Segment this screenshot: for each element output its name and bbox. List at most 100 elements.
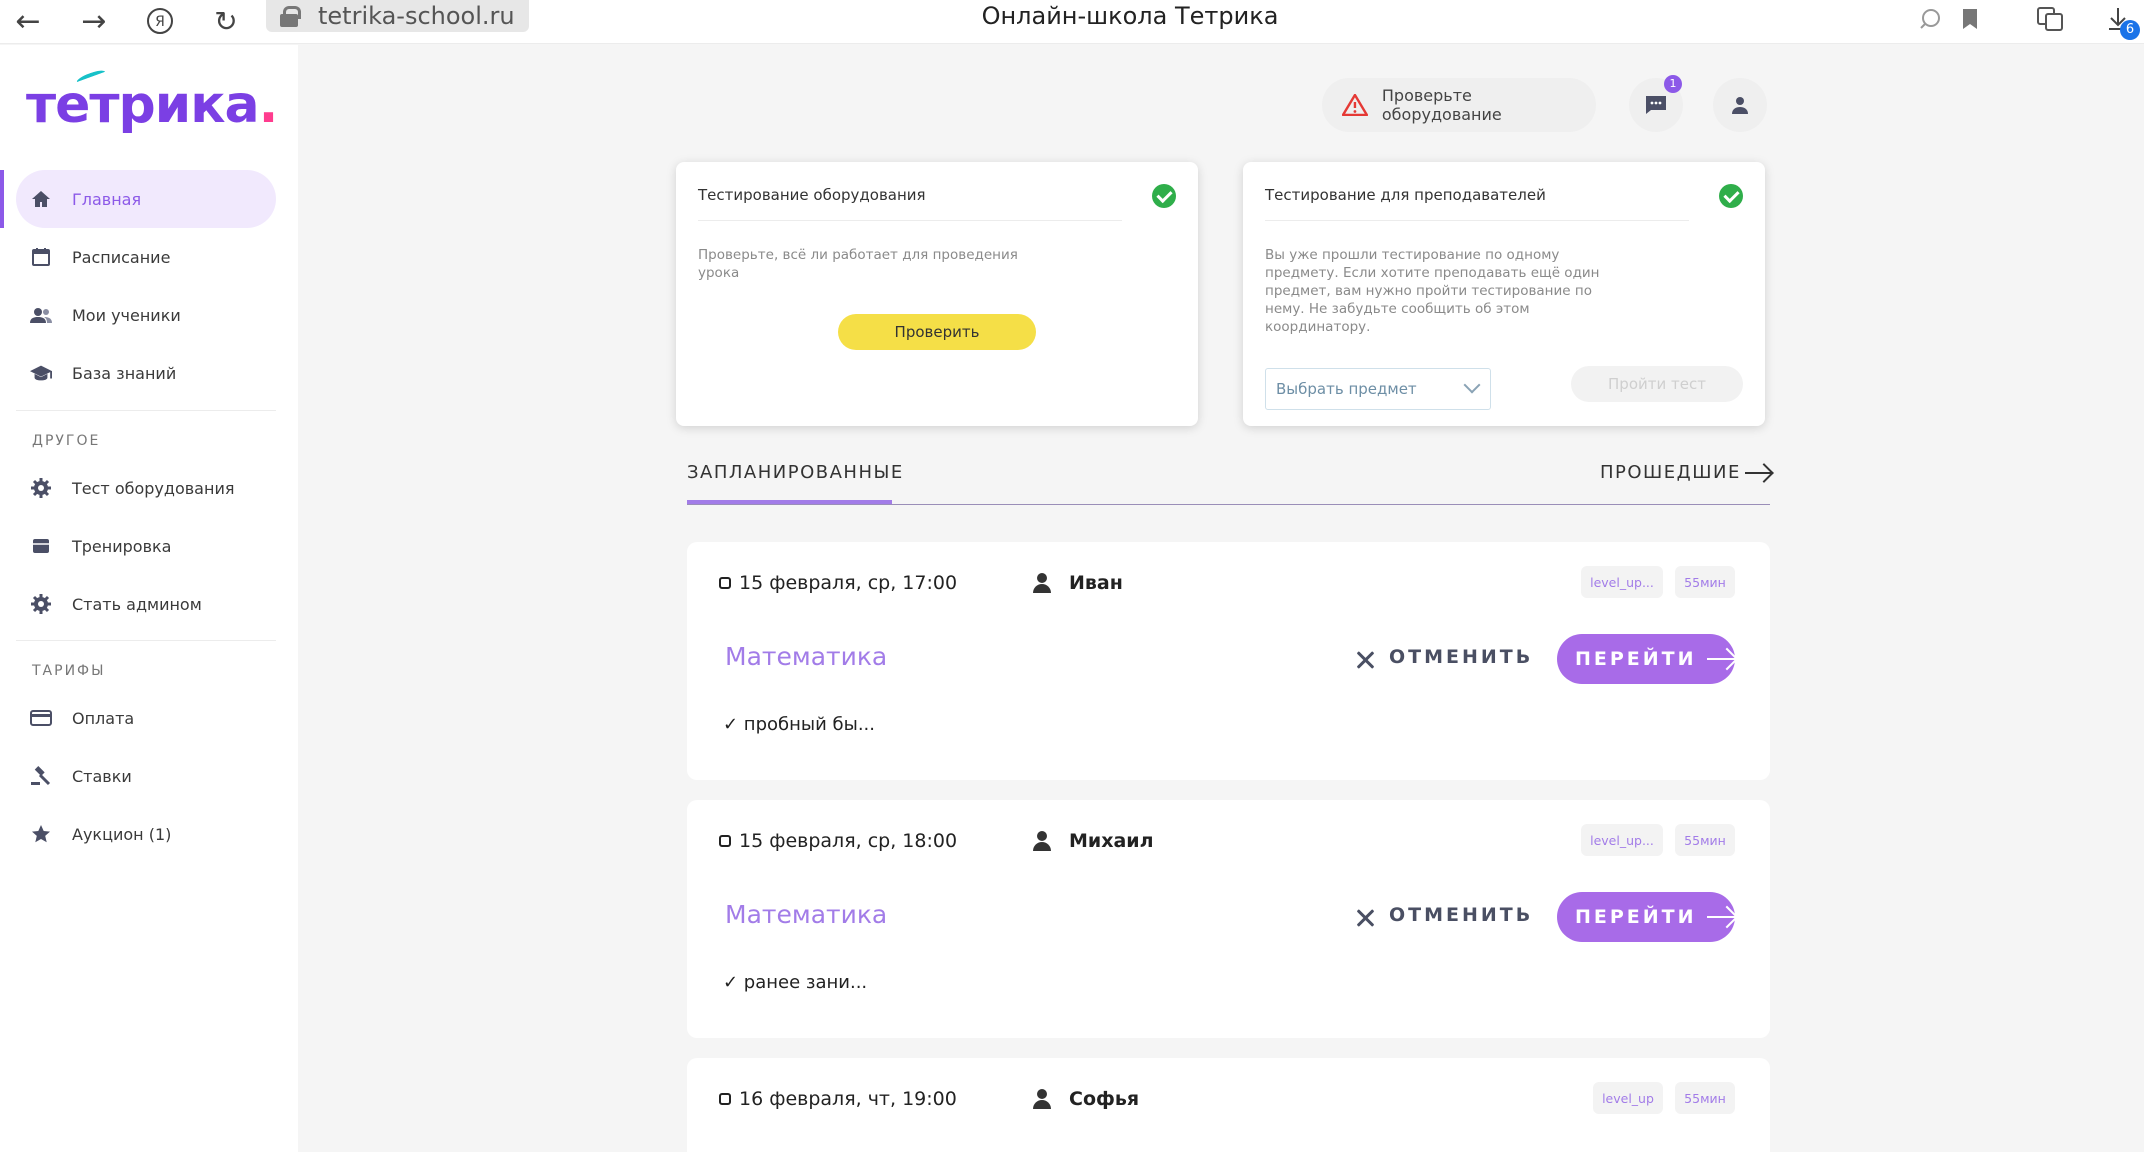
go-button[interactable]: ПЕРЕЙТИ: [1557, 634, 1735, 684]
cancel-label: ОТМЕНИТЬ: [1389, 646, 1534, 668]
subject-select[interactable]: Выбрать предмет: [1265, 368, 1491, 410]
lesson-date: 15 февраля, ср, 17:00: [719, 572, 957, 594]
lesson-date: 16 февраля, чт, 19:00: [719, 1088, 957, 1110]
lesson-note: ✓ ранее зани...: [723, 972, 868, 993]
back-icon[interactable]: ←: [8, 2, 48, 40]
lesson-date-text: 15 февраля, ср, 18:00: [739, 830, 958, 852]
arrow-right-icon: [1744, 471, 1771, 474]
sidebar-item-label: Аукцион (1): [72, 824, 172, 844]
yandex-icon[interactable]: Я: [140, 2, 180, 40]
lesson-date: 15 февраля, ср, 18:00: [719, 830, 957, 852]
url-text: tetrika-school.ru: [318, 2, 515, 30]
sidebar: тетрика. Главная Расписание Мои ученики …: [0, 45, 298, 1152]
check-equipment-button[interactable]: Проверьте оборудование: [1322, 78, 1596, 132]
card-description: Проверьте, всё ли работает для проведени…: [698, 247, 1018, 281]
sidebar-item-label: Тренировка: [72, 536, 172, 556]
sidebar-section-tariffs: ТАРИФЫ: [32, 663, 106, 679]
sidebar-item-label: Оплата: [72, 708, 135, 728]
sidebar-item-students[interactable]: Мои ученики: [16, 286, 276, 344]
check-equipment-label: Проверьте оборудование: [1381, 86, 1502, 124]
duration-tag: 55мин: [1675, 1082, 1735, 1114]
sidebar-item-home[interactable]: Главная: [16, 170, 276, 228]
clock-icon: [719, 835, 731, 847]
tab-past[interactable]: ПРОШЕДШИЕ: [1600, 462, 1771, 483]
level-tag: level_up...: [1581, 824, 1663, 856]
arrow-right-icon: [1706, 658, 1735, 660]
tabs-divider: [687, 504, 1770, 505]
cancel-label: ОТМЕНИТЬ: [1389, 904, 1534, 926]
level-tag: level_up: [1593, 1082, 1663, 1114]
close-icon: [1355, 908, 1375, 928]
level-tag: level_up...: [1581, 566, 1663, 598]
duration-tag: 55мин: [1675, 566, 1735, 598]
card-title: Тестирование оборудования: [698, 186, 926, 204]
sidebar-item-label: Ставки: [72, 766, 132, 786]
lesson-subject: Математика: [725, 900, 888, 929]
extensions-icon[interactable]: [2030, 2, 2070, 36]
lesson-card: 15 февраля, ср, 18:00 Михаил level_up...…: [687, 800, 1770, 1038]
tab-past-label: ПРОШЕДШИЕ: [1600, 462, 1741, 483]
check-button[interactable]: Проверить: [838, 314, 1036, 350]
lesson-student: Софья: [1033, 1088, 1139, 1110]
profile-button[interactable]: [1713, 78, 1767, 132]
sidebar-item-training[interactable]: Тренировка: [16, 517, 276, 575]
sidebar-item-label: Стать админом: [72, 594, 202, 614]
lesson-student-name: Софья: [1069, 1088, 1140, 1110]
calendar-icon: [30, 246, 52, 268]
downloads-badge: 6: [2120, 20, 2140, 40]
cancel-button[interactable]: ОТМЕНИТЬ: [1355, 904, 1533, 926]
sidebar-item-become-admin[interactable]: Стать админом: [16, 575, 276, 633]
warning-icon: [1342, 94, 1368, 116]
user-icon: [1033, 831, 1051, 851]
sidebar-divider: [16, 640, 276, 641]
sidebar-item-auction[interactable]: Аукцион (1): [16, 805, 276, 863]
sidebar-item-label: Главная: [72, 189, 142, 209]
lesson-card: 15 февраля, ср, 17:00 Иван level_up... 5…: [687, 542, 1770, 780]
go-button[interactable]: ПЕРЕЙТИ: [1557, 892, 1735, 942]
lock-icon: [280, 6, 301, 27]
clock-icon: [719, 577, 731, 589]
clock-icon: [719, 1093, 731, 1105]
sidebar-item-label: Тест оборудования: [72, 478, 235, 498]
translate-icon[interactable]: [1910, 2, 1950, 36]
notification-badge: 1: [1664, 75, 1682, 93]
card-divider: [1265, 220, 1689, 221]
chevron-down-icon: [1463, 376, 1481, 394]
sidebar-item-knowledge[interactable]: База знаний: [16, 344, 276, 402]
gear-icon: [30, 477, 52, 499]
equipment-test-card: Тестирование оборудования Проверьте, всё…: [676, 162, 1198, 426]
chat-icon: [1646, 96, 1666, 114]
teacher-test-card: Тестирование для преподавателей Вы уже п…: [1243, 162, 1765, 426]
take-test-button[interactable]: Пройти тест: [1571, 366, 1743, 402]
go-label: ПЕРЕЙТИ: [1575, 906, 1697, 928]
lesson-subject: Математика: [725, 642, 888, 671]
graduation-cap-icon: [30, 362, 52, 384]
address-bar[interactable]: tetrika-school.ru: [266, 0, 529, 32]
students-icon: [30, 304, 52, 326]
lesson-student-name: Иван: [1069, 572, 1123, 594]
reload-icon[interactable]: ↻: [206, 2, 246, 40]
sidebar-item-schedule[interactable]: Расписание: [16, 228, 276, 286]
sidebar-item-payment[interactable]: Оплата: [16, 689, 276, 747]
lesson-date-text: 15 февраля, ср, 17:00: [739, 572, 958, 594]
user-icon: [1033, 1089, 1051, 1109]
star-icon: [30, 823, 52, 845]
forward-icon[interactable]: →: [74, 2, 114, 40]
tetrika-logo[interactable]: тетрика.: [26, 75, 278, 135]
sidebar-item-equipment-test[interactable]: Тест оборудования: [16, 459, 276, 517]
sidebar-item-label: Мои ученики: [72, 305, 181, 325]
user-icon: [1732, 97, 1748, 114]
lesson-student: Иван: [1033, 572, 1123, 594]
check-circle-icon: [1152, 184, 1176, 208]
sidebar-divider: [16, 410, 276, 411]
home-icon: [30, 188, 52, 210]
admin-gear-icon: [30, 593, 52, 615]
card-title: Тестирование для преподавателей: [1265, 186, 1546, 204]
tab-planned[interactable]: ЗАПЛАНИРОВАННЫЕ: [687, 462, 904, 483]
sidebar-item-rates[interactable]: Ставки: [16, 747, 276, 805]
lesson-student-name: Михаил: [1069, 830, 1154, 852]
sidebar-section-other: ДРУГОЕ: [32, 433, 101, 449]
training-icon: [30, 535, 52, 557]
bookmark-icon[interactable]: [1950, 2, 1990, 36]
cancel-button[interactable]: ОТМЕНИТЬ: [1355, 646, 1533, 668]
